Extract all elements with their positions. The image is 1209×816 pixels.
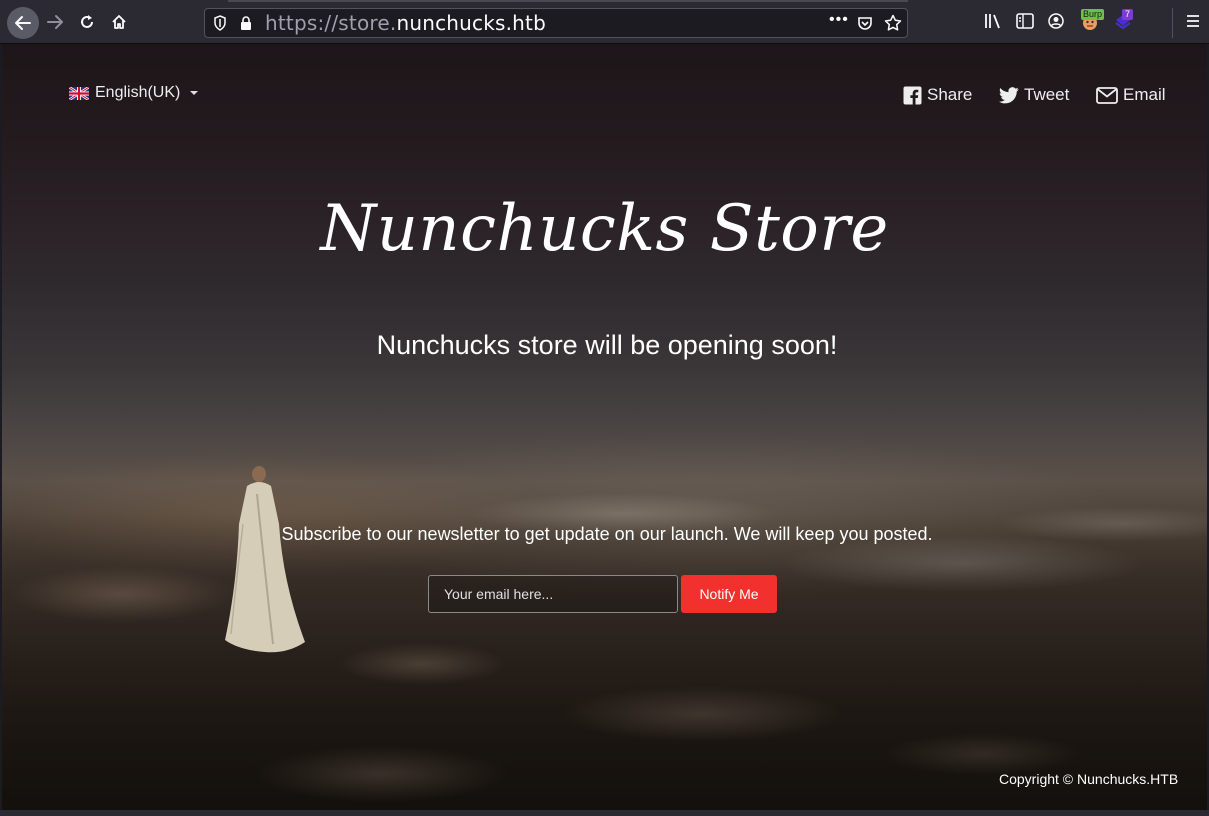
address-bar[interactable]: https://store.nunchucks.htb •••: [204, 8, 908, 38]
twitter-icon: [999, 86, 1019, 103]
reload-button[interactable]: [73, 8, 101, 36]
arrow-left-icon: [15, 16, 31, 30]
account-icon[interactable]: [1048, 13, 1064, 29]
tweet-label: Tweet: [1024, 85, 1070, 104]
monk-figure-image: [225, 466, 305, 653]
language-selector[interactable]: English(UK): [69, 84, 199, 102]
sidebar-icon[interactable]: [1016, 13, 1034, 29]
email-link[interactable]: Email: [1096, 85, 1166, 105]
lock-icon[interactable]: [239, 15, 253, 31]
notify-me-button[interactable]: Notify Me: [681, 575, 777, 613]
url-text[interactable]: https://store.nunchucks.htb: [265, 12, 546, 34]
home-button[interactable]: [105, 8, 133, 36]
caret-down-icon: [190, 91, 199, 95]
email-label: Email: [1123, 85, 1166, 104]
store-title: Nunchucks Store: [320, 192, 889, 266]
browser-toolbar: https://store.nunchucks.htb ••• Burp 7: [0, 0, 1209, 44]
url-domain: nunchucks.htb: [396, 11, 546, 35]
arrow-right-icon: [47, 15, 63, 29]
rocky-ground-background: [2, 514, 1207, 810]
reload-icon: [81, 15, 93, 28]
window-bottom-edge: [0, 810, 1209, 816]
share-link[interactable]: Share: [903, 85, 972, 105]
newsletter-text: Subscribe to our newsletter to get updat…: [281, 524, 933, 544]
forward-button[interactable]: [41, 8, 69, 36]
extension-badge: 7: [1122, 9, 1134, 20]
tweet-link[interactable]: Tweet: [999, 85, 1069, 105]
opening-soon-text: Nunchucks store will be opening soon!: [376, 330, 838, 360]
shield-icon[interactable]: [213, 15, 227, 31]
bookmark-star-icon[interactable]: [884, 14, 902, 32]
envelope-icon: [1096, 86, 1118, 104]
home-icon: [112, 15, 126, 29]
share-label: Share: [927, 85, 973, 104]
copyright-text: Copyright © Nunchucks.HTB: [999, 771, 1179, 787]
burp-badge: Burp: [1081, 9, 1105, 20]
tab-indicator: [228, 0, 908, 2]
back-button[interactable]: [7, 7, 39, 39]
pocket-icon[interactable]: [857, 15, 873, 31]
toolbar-separator: [1172, 8, 1173, 38]
landing-page: English(UK) Share Tweet Email Nunchucks …: [2, 44, 1207, 810]
url-prefix: https://store.: [265, 11, 397, 35]
uk-flag-icon: [69, 86, 89, 100]
email-input[interactable]: [428, 575, 678, 613]
hamburger-menu-icon[interactable]: [1186, 14, 1200, 28]
language-label: English(UK): [95, 84, 181, 101]
page-actions-icon[interactable]: •••: [829, 11, 849, 29]
facebook-icon: [903, 86, 922, 105]
library-icon[interactable]: [984, 13, 1002, 29]
